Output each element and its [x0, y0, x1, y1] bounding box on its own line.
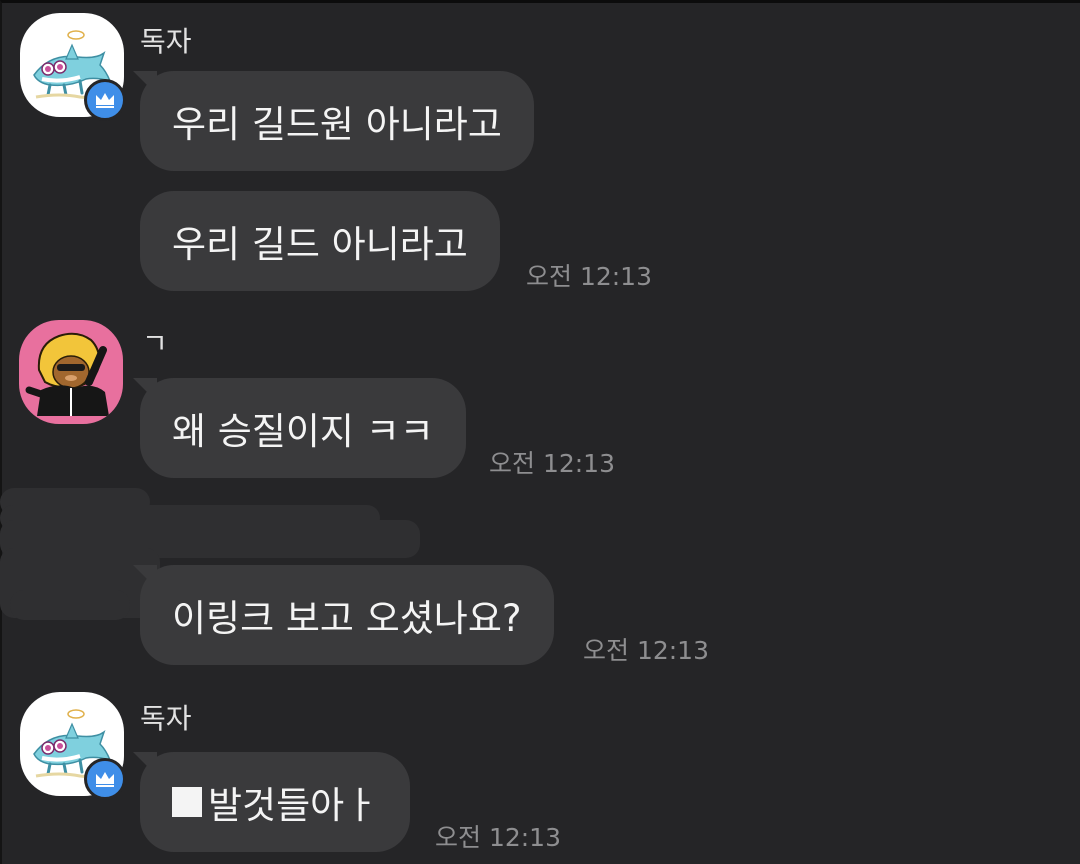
message-text: 이링크 보고 오셨나요? [172, 597, 522, 640]
message-bubble[interactable]: 우리 길드 아니라고 [140, 191, 500, 291]
profile-avatar-dokja[interactable] [20, 13, 126, 121]
message-text: 우리 길드 아니라고 [172, 223, 468, 266]
message-text: 우리 길드원 아니라고 [172, 103, 502, 146]
message-text: 발것들아ㅏ [208, 784, 379, 827]
crown-icon [84, 758, 126, 800]
sender-name: 독자 [140, 25, 192, 58]
redacted-area [10, 590, 130, 620]
black-square-icon [172, 787, 202, 817]
message-timestamp: 오전 12:13 [583, 636, 709, 665]
message-bubble[interactable]: 왜 승질이지 ㅋㅋ [140, 378, 466, 478]
message-timestamp: 오전 12:13 [526, 262, 652, 291]
message-bubble[interactable]: 우리 길드원 아니라고 [140, 71, 534, 171]
sender-name: 독자 [140, 702, 192, 735]
message-bubble[interactable]: 발것들아ㅏ [140, 752, 411, 852]
message-text: 왜 승질이지 ㅋㅋ [172, 410, 434, 453]
lion-avatar-image [19, 320, 123, 424]
message-bubble[interactable]: 이링크 보고 오셨나요? [140, 565, 554, 665]
crown-icon [84, 79, 126, 121]
sender-name: ㄱ [142, 327, 168, 360]
message-timestamp: 오전 12:13 [489, 449, 615, 478]
profile-avatar-dokja[interactable] [20, 692, 126, 800]
message-timestamp: 오전 12:13 [435, 823, 561, 852]
profile-avatar-g[interactable] [19, 320, 123, 424]
